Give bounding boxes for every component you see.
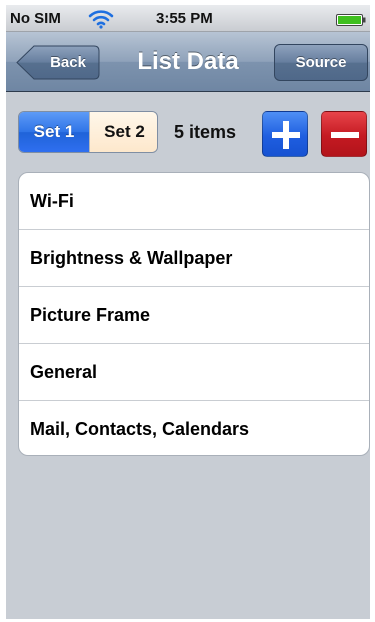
battery-icon — [336, 13, 366, 26]
status-time: 3:55 PM — [156, 10, 213, 27]
back-button-label: Back — [50, 54, 86, 71]
back-button[interactable]: Back — [16, 45, 100, 80]
remove-item-button[interactable] — [321, 111, 367, 157]
list-item-label: Wi-Fi — [30, 191, 74, 211]
page-title: List Data — [137, 48, 239, 75]
list-item-brightness-wallpaper[interactable]: Brightness & Wallpaper — [19, 230, 369, 287]
minus-icon — [331, 132, 359, 138]
status-bar: No SIM 3:55 PM — [6, 5, 370, 32]
list-item-general[interactable]: General — [19, 344, 369, 401]
navigation-bar: Back List Data Source — [6, 32, 370, 92]
list-table: Wi-Fi Brightness & Wallpaper Picture Fra… — [18, 172, 370, 456]
set-segmented-control: Set 1 Set 2 — [18, 111, 158, 153]
list-item-label: General — [30, 362, 98, 382]
list-item-label: Mail, Contacts, Calendars — [30, 419, 250, 439]
add-item-button[interactable] — [262, 111, 308, 157]
app-screen: No SIM 3:55 PM Back List Data Source Set… — [6, 5, 370, 619]
list-item-picture-frame[interactable]: Picture Frame — [19, 287, 369, 344]
list-item-wifi[interactable]: Wi-Fi — [19, 173, 369, 230]
items-count-label: 5 items — [174, 122, 237, 142]
list-item-mail-contacts-calendars[interactable]: Mail, Contacts, Calendars — [19, 401, 369, 455]
list-item-label: Picture Frame — [30, 305, 151, 325]
carrier-label: No SIM — [10, 10, 61, 27]
segment-set-2[interactable]: Set 2 — [89, 112, 157, 152]
plus-icon — [272, 121, 300, 149]
segment-set-1[interactable]: Set 1 — [19, 112, 89, 152]
list-item-label: Brightness & Wallpaper — [30, 248, 233, 268]
wifi-icon — [88, 9, 114, 29]
source-button[interactable]: Source — [274, 44, 368, 81]
